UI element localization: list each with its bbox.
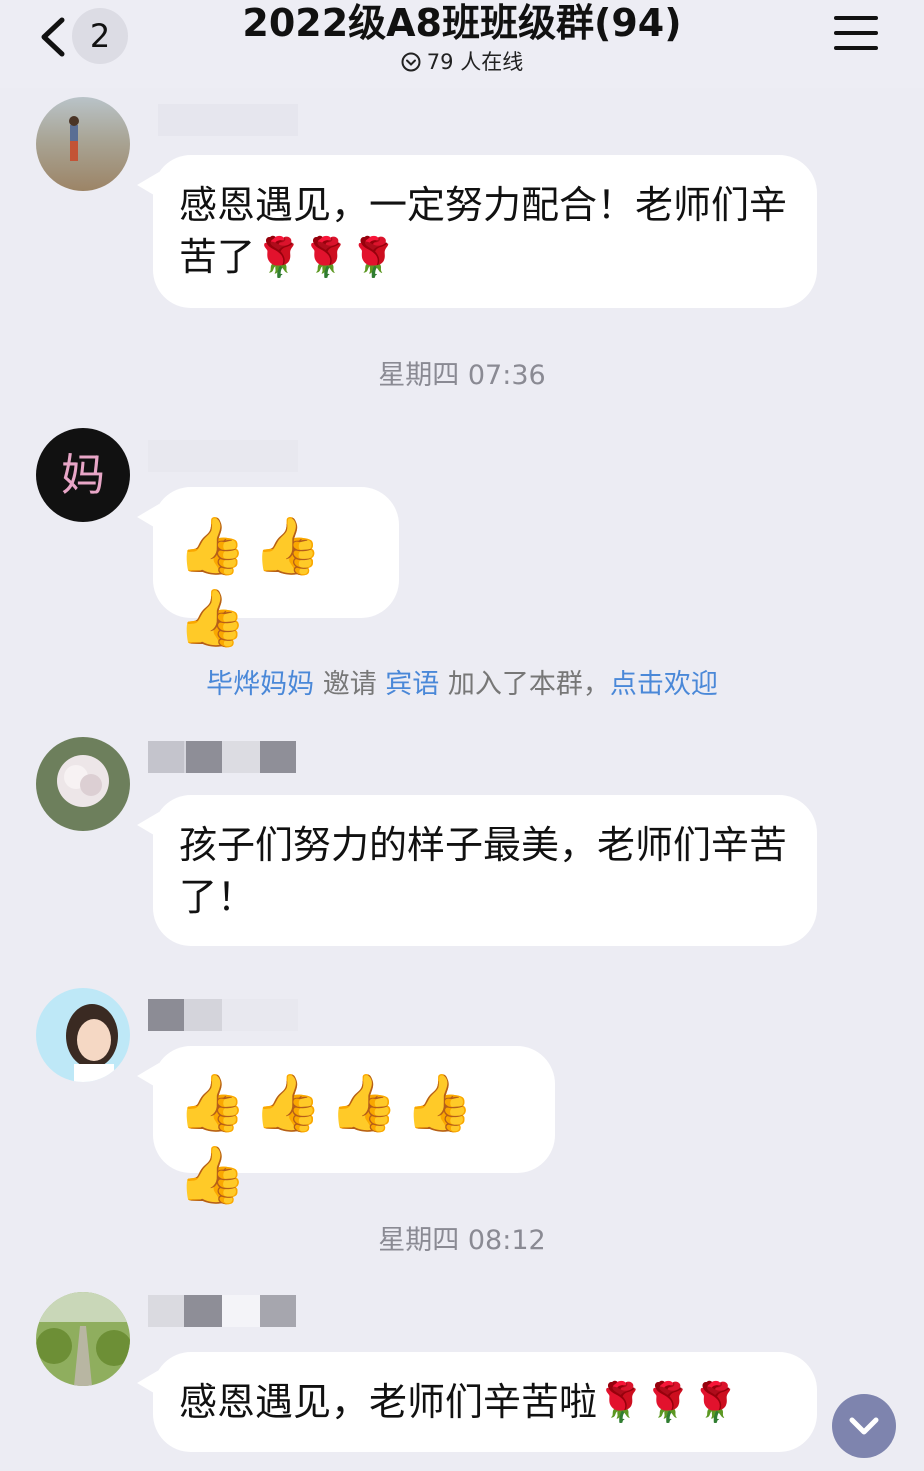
welcome-link[interactable]: 点击欢迎 (610, 669, 718, 700)
message-bubble[interactable]: 感恩遇见，一定努力配合！老师们辛苦了🌹🌹🌹 (153, 155, 817, 308)
menu-button[interactable] (834, 16, 878, 56)
joined-text: 加入了本群， (447, 669, 610, 700)
avatar[interactable] (36, 737, 130, 831)
message-text: 感恩遇见，一定努力配合！老师们辛苦了🌹🌹🌹 (179, 183, 788, 279)
avatar[interactable]: 妈 (36, 428, 130, 522)
timestamp: 星期四 07:36 (378, 360, 546, 391)
avatar[interactable] (36, 97, 130, 191)
message-text: 孩子们努力的样子最美，老师们辛苦了！ (179, 823, 788, 919)
emoji-message: 👍👍👍 (177, 514, 329, 651)
scroll-down-icon (849, 1417, 879, 1435)
message-text: 感恩遇见，老师们辛苦啦🌹🌹🌹 (179, 1380, 739, 1424)
online-count-text: 79 人在线 (426, 50, 524, 74)
emoji-message: 👍👍👍👍👍 (177, 1071, 480, 1208)
svg-text:妈: 妈 (61, 450, 105, 501)
message-bubble[interactable]: 👍👍👍👍👍 (153, 1046, 555, 1208)
timestamp: 星期四 08:12 (378, 1225, 546, 1256)
avatar[interactable] (36, 988, 130, 1082)
invitee-link[interactable]: 宾语 (385, 669, 439, 700)
message-bubble[interactable]: 感恩遇见，老师们辛苦啦🌹🌹🌹 (153, 1352, 817, 1452)
avatar[interactable] (36, 1292, 130, 1386)
message-bubble[interactable]: 孩子们努力的样子最美，老师们辛苦了！ (153, 795, 817, 946)
menu-icon (834, 16, 878, 50)
online-status-icon (401, 52, 421, 72)
inviter-link[interactable]: 毕烨妈妈 (206, 669, 314, 700)
online-status: 79 人在线 (0, 48, 924, 76)
message-bubble[interactable]: 👍👍👍 (153, 487, 399, 651)
scroll-to-bottom-button[interactable] (832, 1394, 896, 1458)
group-title[interactable]: 2022级A8班班级群(94) (0, 0, 924, 46)
chat-header: 2 2022级A8班班级群(94) 79 人在线 (0, 0, 924, 88)
system-join-message: 毕烨妈妈 邀请 宾语 加入了本群，点击欢迎 (0, 662, 924, 701)
invite-action-text: 邀请 (322, 669, 377, 700)
